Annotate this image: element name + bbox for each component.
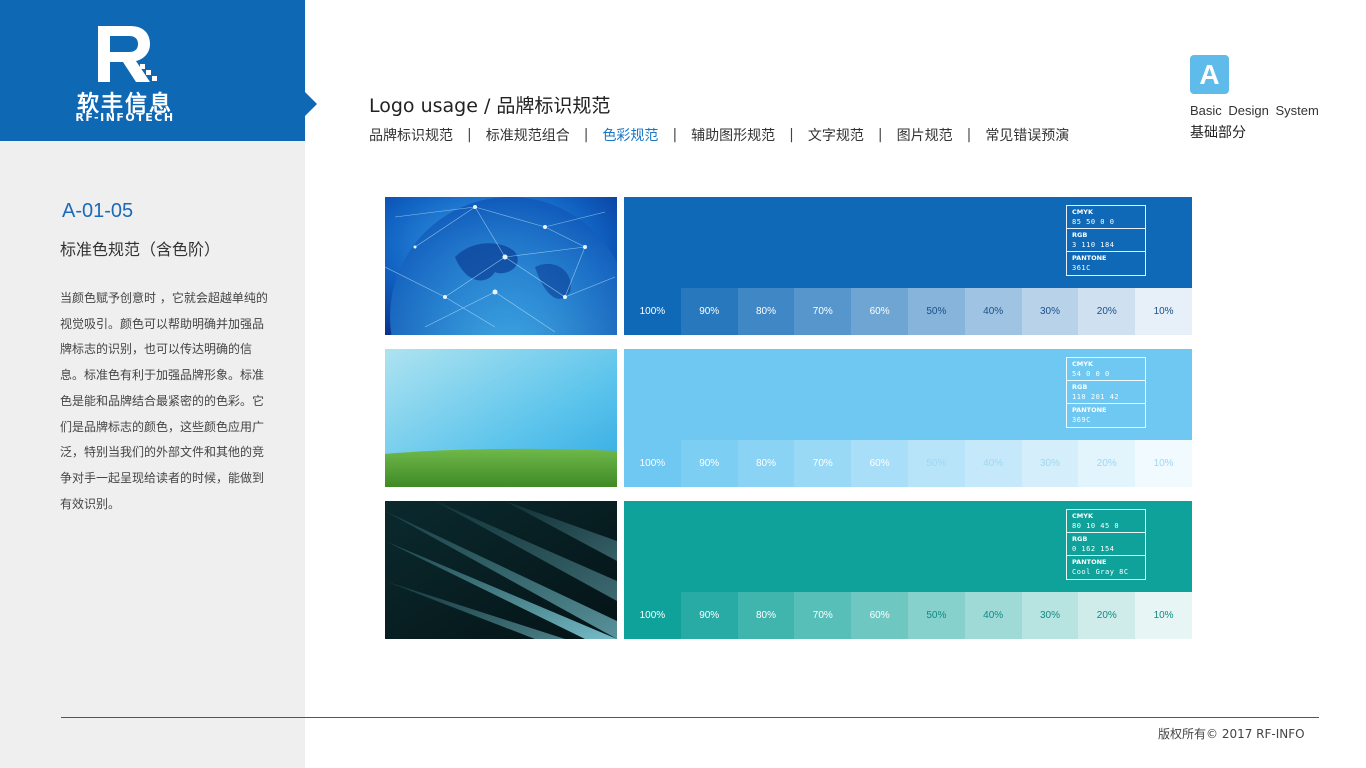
- nav-item[interactable]: 色彩规范: [602, 125, 658, 145]
- tint-swatch: 100%: [624, 592, 681, 639]
- tint-swatch: 40%: [964, 592, 1022, 639]
- cmyk-value: 80 10 45 0: [1072, 522, 1120, 530]
- nav-separator: |: [467, 127, 472, 143]
- nav-item[interactable]: 常见错误预演: [985, 125, 1069, 145]
- pantone-value: 369C: [1072, 416, 1091, 424]
- tint-swatch: 80%: [737, 440, 795, 487]
- rgb-label: RGB: [1072, 383, 1088, 391]
- logo-icon: [98, 26, 157, 82]
- rgb-label: RGB: [1072, 231, 1088, 239]
- rgb-value: 3 110 184: [1072, 241, 1115, 249]
- color-spec-box: CMYK 80 10 45 0 RGB 0 162 154 PANTONE Cool …: [1066, 509, 1146, 580]
- nav-item[interactable]: 标准规范组合: [486, 125, 570, 145]
- tint-swatch: 20%: [1078, 440, 1136, 487]
- pantone-value: 361C: [1072, 264, 1091, 272]
- tint-swatch: 20%: [1078, 592, 1136, 639]
- tint-swatch: 100%: [624, 440, 681, 487]
- rgb-value: 110 201 42: [1072, 393, 1120, 401]
- photo-sky: [385, 349, 617, 487]
- rgb-label: RGB: [1072, 535, 1088, 543]
- tint-swatch: 10%: [1135, 592, 1192, 639]
- nav-separator: |: [877, 127, 883, 143]
- cmyk-label: CMYK: [1072, 208, 1093, 216]
- tint-swatch: 80%: [737, 288, 795, 335]
- pantone-value: Cool Gray 8C: [1072, 568, 1129, 576]
- cmyk-value: 54 0 0 0: [1072, 370, 1110, 378]
- nav-separator: |: [966, 127, 972, 143]
- tint-swatch: 30%: [1021, 440, 1079, 487]
- cmyk-label: CMYK: [1072, 512, 1093, 520]
- tint-swatch: 50%: [907, 592, 965, 639]
- page-code: A-01-05: [62, 200, 134, 222]
- tint-strip-teal: 100% 90% 80% 70% 60% 50% 40% 30% 20% 10%: [624, 592, 1192, 639]
- sidebar: 软丰信息 RF-INFOTECH A-01-05 标准色规范（含色阶） 当颜色赋…: [0, 0, 305, 768]
- brand-arrow: [305, 92, 317, 116]
- cmyk-label: CMYK: [1072, 360, 1093, 368]
- tint-swatch: 90%: [680, 288, 738, 335]
- footer-copyright: 版权所有© 2017 RF-INFO: [1158, 727, 1305, 741]
- tint-swatch: 50%: [907, 440, 965, 487]
- system-badge: A: [1190, 55, 1229, 94]
- nav-separator: |: [672, 127, 678, 143]
- tint-swatch: 30%: [1021, 592, 1079, 639]
- header-title: Logo usage / 品牌标识规范: [369, 95, 611, 117]
- tint-strip-blue: 100% 90% 80% 70% 60% 50% 40% 30% 20% 10%: [624, 288, 1192, 335]
- swatch-sky: CMYK 54 0 0 0 RGB 110 201 42 PANTONE 369C: [624, 349, 1192, 440]
- tint-swatch: 100%: [624, 288, 681, 335]
- tint-swatch: 70%: [794, 288, 852, 335]
- nav-item[interactable]: 辅助图形规范: [691, 125, 775, 145]
- tint-swatch: 40%: [964, 288, 1022, 335]
- tint-swatch: 20%: [1078, 288, 1136, 335]
- tint-swatch: 70%: [794, 440, 852, 487]
- swatch-teal: CMYK 80 10 45 0 RGB 0 162 154 PANTONE Cool …: [624, 501, 1192, 592]
- page-subtitle: 标准色规范（含色阶）: [60, 240, 221, 259]
- tint-swatch: 60%: [851, 592, 908, 639]
- color-spec-box: CMYK 85 50 0 0 RGB 3 110 184 PANTONE 361C: [1066, 205, 1146, 276]
- photo-globe: [385, 197, 617, 335]
- color-spec-box: CMYK 54 0 0 0 RGB 110 201 42 PANTONE 369C: [1066, 357, 1146, 428]
- tint-strip-sky: 100% 90% 80% 70% 60% 50% 40% 30% 20% 10%: [624, 440, 1192, 487]
- brand-block: 软丰信息 RF-INFOTECH: [0, 0, 305, 141]
- tint-swatch: 10%: [1135, 440, 1192, 487]
- nav-separator: |: [789, 127, 794, 143]
- tint-swatch: 90%: [680, 592, 738, 639]
- system-name-cn: 基础部分: [1190, 125, 1246, 141]
- rgb-value: 0 162 154: [1072, 545, 1115, 553]
- nav-separator: |: [583, 127, 589, 143]
- swatch-blue: CMYK 85 50 0 0 RGB 3 110 184 PANTONE 361C: [624, 197, 1192, 288]
- tint-swatch: 90%: [680, 440, 738, 487]
- tint-swatch: 70%: [794, 592, 852, 639]
- tint-swatch: 60%: [851, 440, 908, 487]
- nav-item[interactable]: 图片规范: [897, 125, 953, 145]
- tint-swatch: 50%: [907, 288, 965, 335]
- tint-swatch: 60%: [851, 288, 908, 335]
- footer-divider: [61, 717, 1319, 718]
- system-name-en: Basic Design System: [1190, 103, 1319, 118]
- tint-swatch: 10%: [1135, 288, 1192, 335]
- tint-swatch: 40%: [964, 440, 1022, 487]
- pantone-label: PANTONE: [1072, 558, 1107, 566]
- tint-swatch: 30%: [1021, 288, 1079, 335]
- pantone-label: PANTONE: [1072, 406, 1107, 414]
- section-nav: 品牌标识规范 | 标准规范组合 | 色彩规范 | 辅助图形规范 | 文字规范 | 图片规范 | 常见错误…: [369, 124, 1069, 146]
- pantone-label: PANTONE: [1072, 254, 1107, 262]
- nav-item[interactable]: 品牌标识规范: [369, 125, 453, 145]
- nav-item[interactable]: 文字规范: [808, 125, 864, 145]
- tint-swatch: 80%: [737, 592, 795, 639]
- brand-name-en: RF-INFOTECH: [75, 111, 175, 124]
- description-text: 当颜色赋予创意时 ，它就会超越单纯的视觉吸引。颜色可以帮助明确并加强品牌标志的识…: [60, 291, 268, 511]
- photo-laser: [385, 501, 617, 639]
- cmyk-value: 85 50 0 0: [1072, 218, 1115, 226]
